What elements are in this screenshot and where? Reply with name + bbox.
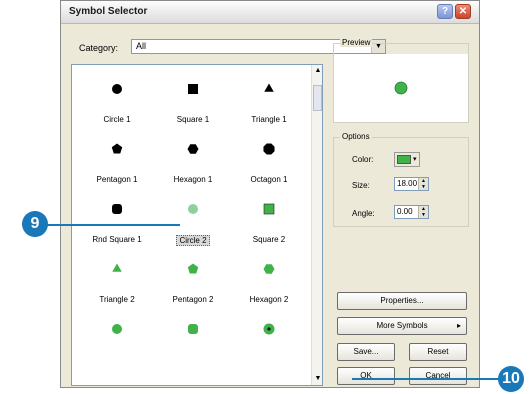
- symbol-cell[interactable]: [158, 315, 228, 375]
- angle-spin-buttons[interactable]: ▲ ▼: [418, 206, 428, 218]
- color-swatch: [397, 155, 411, 164]
- symbol-cell[interactable]: Hexagon 1: [158, 135, 228, 195]
- symbol-cell[interactable]: Hexagon 2: [234, 255, 304, 315]
- triangle-symbol-icon: [82, 263, 152, 277]
- hexagon-symbol-icon: [158, 143, 228, 157]
- size-value: 18.00: [397, 179, 418, 188]
- symbol-label: Triangle 2: [99, 295, 135, 304]
- callout-10-line: [352, 378, 502, 380]
- options-group: Options Color: ▾ Size: 18.00 ▲ ▼ Angle: …: [333, 132, 469, 227]
- circle-symbol-icon: [158, 203, 228, 217]
- category-label: Category:: [79, 43, 119, 53]
- symbol-label: Octagon 1: [250, 175, 288, 184]
- circle-symbol-icon: [82, 323, 152, 337]
- size-spinner[interactable]: 18.00 ▲ ▼: [394, 177, 429, 191]
- callout-9-badge: 9: [22, 211, 48, 237]
- symbol-label: Circle 1: [103, 115, 131, 124]
- symbol-cell[interactable]: Triangle 1: [234, 75, 304, 135]
- more-symbols-button[interactable]: More Symbols ▸: [337, 317, 467, 335]
- pentagon-symbol-icon: [158, 263, 228, 277]
- symbol-cell[interactable]: Square 2: [234, 195, 304, 255]
- spin-down-icon[interactable]: ▼: [419, 212, 428, 218]
- pentagon-symbol-icon: [82, 143, 152, 157]
- cancel-button[interactable]: Cancel: [409, 367, 467, 385]
- color-label: Color:: [352, 155, 374, 164]
- octagon-symbol-icon: [234, 143, 304, 157]
- preview-symbol: [394, 81, 408, 95]
- title-bar: Symbol Selector ? ✕: [61, 1, 479, 24]
- help-button[interactable]: ?: [437, 4, 453, 19]
- dialog-title: Symbol Selector: [69, 6, 148, 17]
- square-outlined-symbol-icon: [234, 203, 304, 217]
- vertical-scrollbar[interactable]: ▲ ▼: [311, 65, 322, 385]
- symbol-label: Square 1: [176, 115, 210, 124]
- category-value: All: [136, 41, 147, 51]
- hexagon-symbol-icon: [234, 263, 304, 277]
- symbol-label: Circle 2: [176, 235, 210, 246]
- symbol-label: Hexagon 2: [249, 295, 289, 304]
- preview-label: Preview: [340, 38, 373, 47]
- more-symbols-label: More Symbols: [376, 321, 428, 330]
- square-symbol-icon: [158, 83, 228, 97]
- callout-9-line: [45, 224, 180, 226]
- rounded-square-symbol-icon: [82, 203, 152, 217]
- properties-button[interactable]: Properties...: [337, 292, 467, 310]
- symbol-label: Rnd Square 1: [92, 235, 142, 244]
- symbol-label: Pentagon 1: [96, 175, 138, 184]
- color-picker-button[interactable]: ▾: [394, 152, 420, 167]
- symbol-label: Square 2: [252, 235, 286, 244]
- circle-symbol-icon: [82, 83, 152, 97]
- angle-label: Angle:: [352, 209, 375, 218]
- symbol-cell[interactable]: Triangle 2: [82, 255, 152, 315]
- callout-10-badge: 10: [498, 366, 524, 392]
- chevron-down-icon: ▾: [413, 156, 417, 163]
- spin-down-icon[interactable]: ▼: [419, 184, 428, 190]
- triangle-symbol-icon: [234, 83, 304, 97]
- symbol-label: Pentagon 2: [172, 295, 214, 304]
- angle-spinner[interactable]: 0.00 ▲ ▼: [394, 205, 429, 219]
- preview-area: [334, 54, 468, 122]
- symbol-cell[interactable]: [82, 315, 152, 375]
- chevron-right-icon: ▸: [456, 321, 461, 330]
- angle-value: 0.00: [397, 207, 413, 216]
- scroll-thumb[interactable]: [313, 85, 322, 111]
- symbol-cell[interactable]: Circle 1: [82, 75, 152, 135]
- symbol-cell[interactable]: Pentagon 1: [82, 135, 152, 195]
- symbol-label: Triangle 1: [251, 115, 287, 124]
- size-label: Size:: [352, 181, 370, 190]
- symbol-label: Hexagon 1: [173, 175, 213, 184]
- close-button[interactable]: ✕: [455, 4, 471, 19]
- symbol-selector-dialog: Symbol Selector ? ✕ Category: All ▼ ▲ ▼ …: [60, 0, 480, 388]
- scroll-up-icon[interactable]: ▲: [312, 65, 322, 77]
- ok-button[interactable]: OK: [337, 367, 395, 385]
- rounded-square-symbol-icon: [158, 323, 228, 337]
- symbol-cell[interactable]: Square 1: [158, 75, 228, 135]
- reset-button[interactable]: Reset: [409, 343, 467, 361]
- circle-dot-symbol-icon: [234, 323, 304, 337]
- size-spin-buttons[interactable]: ▲ ▼: [418, 178, 428, 190]
- symbol-cell[interactable]: [234, 315, 304, 375]
- save-button[interactable]: Save...: [337, 343, 395, 361]
- symbol-cell[interactable]: Pentagon 2: [158, 255, 228, 315]
- options-label: Options: [340, 132, 372, 141]
- symbol-cell[interactable]: Octagon 1: [234, 135, 304, 195]
- preview-group: Preview: [333, 38, 469, 123]
- scroll-down-icon[interactable]: ▼: [312, 373, 322, 385]
